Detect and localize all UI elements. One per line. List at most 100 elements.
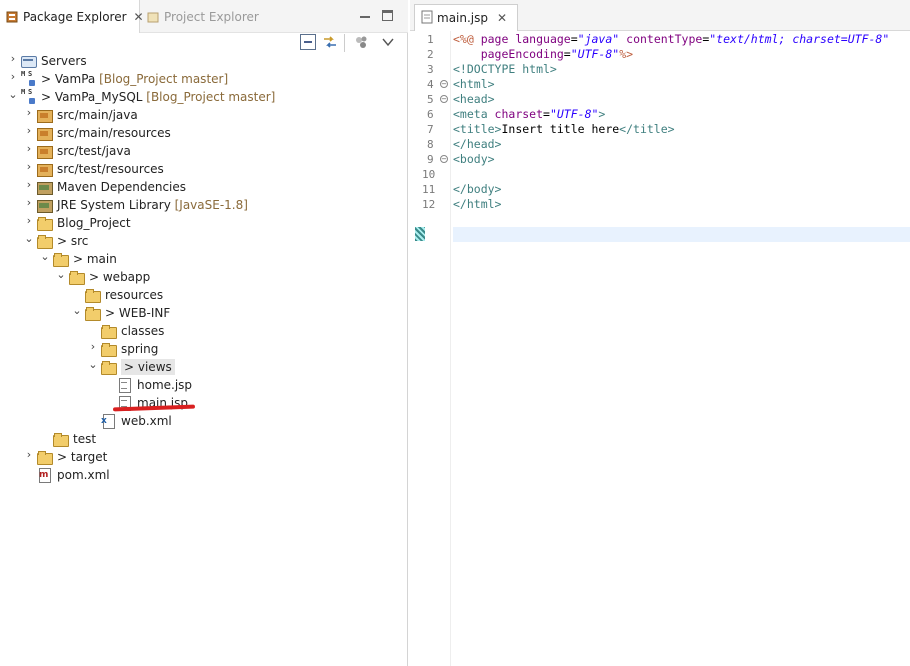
tree-item-src[interactable]: ⌄ > src: [0, 232, 408, 250]
folder-icon: [68, 269, 85, 285]
chevron-down-icon[interactable]: ⌄: [56, 269, 66, 280]
tree-item-maven-dependencies[interactable]: › Maven Dependencies: [0, 178, 408, 196]
folder-icon: [52, 431, 69, 447]
tree-item-test[interactable]: test: [0, 430, 408, 448]
tree-item-views[interactable]: ⌄ > views: [0, 358, 408, 376]
tab-project-explorer[interactable]: Project Explorer: [141, 0, 281, 33]
tree-item-label: src/test/java: [57, 144, 131, 158]
chevron-right-icon[interactable]: ›: [24, 197, 34, 208]
tree-item-label: pom.xml: [57, 468, 110, 482]
fold-icon[interactable]: −: [440, 155, 448, 163]
tree-item-spring[interactable]: › spring: [0, 340, 408, 358]
code-line: <head>: [453, 92, 910, 107]
chevron-right-icon[interactable]: ›: [24, 161, 34, 172]
tree-item-jre-system-library[interactable]: › JRE System Library [JavaSE-1.8]: [0, 196, 408, 214]
library-icon: [36, 179, 53, 195]
tree-item-src-main-java[interactable]: › src/main/java: [0, 106, 408, 124]
tree-item-webapp[interactable]: ⌄ > webapp: [0, 268, 408, 286]
code-token: <html>: [453, 77, 495, 91]
code-token: language: [515, 32, 571, 46]
tree-item-label: > main: [73, 252, 117, 266]
code-line: <html>: [453, 77, 910, 92]
tree-item-label: home.jsp: [137, 378, 193, 392]
minimize-button[interactable]: [358, 8, 372, 22]
code-line: </html>: [453, 197, 910, 212]
code-token: <body>: [453, 152, 495, 166]
chevron-right-icon[interactable]: ›: [24, 179, 34, 190]
collapse-all-button[interactable]: [300, 34, 316, 50]
tree-item-src-main-resources[interactable]: › src/main/resources: [0, 124, 408, 142]
pom-file-icon: [36, 467, 52, 483]
code-token: <%@: [453, 32, 481, 46]
package-explorer-view: Package Explorer ✕ Project Explorer › Ser…: [0, 0, 408, 666]
code-token: "text/html; charset=UTF-8": [709, 32, 890, 46]
tree-item-label: > WEB-INF: [105, 306, 171, 320]
chevron-right-icon[interactable]: ›: [88, 341, 98, 352]
close-icon[interactable]: ✕: [497, 11, 507, 25]
editor-tab-main-jsp[interactable]: main.jsp ✕: [414, 4, 518, 31]
tree-item-home-jsp[interactable]: home.jsp: [0, 376, 408, 394]
chevron-right-icon[interactable]: ›: [24, 215, 34, 226]
fold-icon[interactable]: −: [440, 95, 448, 103]
tree-item-pom-xml[interactable]: pom.xml: [0, 466, 408, 484]
tree-item-label: > webapp: [89, 270, 151, 284]
line-number: 1: [427, 33, 434, 46]
folder-icon: [52, 251, 69, 267]
tree-item-web-xml[interactable]: web.xml: [0, 412, 408, 430]
maven-project-icon: MS: [20, 89, 36, 105]
code-line: </body>: [453, 182, 910, 197]
tree-item-blog-project[interactable]: › Blog_Project: [0, 214, 408, 232]
chevron-down-icon[interactable]: ⌄: [24, 233, 34, 244]
project-explorer-icon: [147, 11, 159, 23]
line-number: 2: [427, 48, 434, 61]
focus-icon[interactable]: [354, 34, 370, 50]
folder-icon: [36, 449, 53, 465]
chevron-down-icon[interactable]: ⌄: [88, 359, 98, 370]
current-line-highlight: [453, 227, 910, 242]
chevron-right-icon[interactable]: ›: [24, 449, 34, 460]
chevron-down-icon[interactable]: ⌄: [8, 89, 18, 100]
view-toolbar: [300, 34, 405, 52]
tab-package-explorer[interactable]: Package Explorer ✕: [0, 0, 144, 33]
link-with-editor-button[interactable]: [322, 34, 338, 50]
folder-icon: [84, 305, 101, 321]
maven-project-icon: MS: [20, 71, 36, 87]
tree-item-vampa[interactable]: › M S > VamPa [Blog_Project master]: [0, 70, 408, 88]
editor-area: main.jsp ✕ 1 2 3 4−5−6 7 8 9−10 11 12 <%@ page l…: [410, 0, 910, 666]
code-token: =: [570, 32, 578, 46]
tree-item-src-test-resources[interactable]: › src/test/resources: [0, 160, 408, 178]
chevron-right-icon[interactable]: ›: [8, 71, 18, 82]
code-token: =: [563, 47, 571, 61]
code-line: </head>: [453, 137, 910, 152]
code-line: <title>Insert title here</title>: [453, 122, 910, 137]
tree-item-classes[interactable]: classes: [0, 322, 408, 340]
chevron-right-icon[interactable]: ›: [24, 125, 34, 136]
tree-item-resources[interactable]: resources: [0, 286, 408, 304]
tree-item-label: src/main/java: [57, 108, 138, 122]
tree-item-target[interactable]: › > target: [0, 448, 408, 466]
tree-item-vampa-mysql[interactable]: ⌄ M S > VamPa_MySQL [Blog_Project master]: [0, 88, 408, 106]
tree-item-main-jsp[interactable]: main.jsp: [0, 394, 408, 412]
code-token: <title>: [453, 122, 502, 136]
chevron-down-icon[interactable]: ⌄: [40, 251, 50, 262]
code-token: charset: [494, 107, 544, 121]
code-token: Insert title here: [501, 122, 620, 136]
tree-item-servers[interactable]: › Servers: [0, 52, 408, 70]
change-marker-icon: [415, 227, 425, 241]
tree-item-decoration: [Blog_Project master]: [142, 90, 276, 104]
maximize-button[interactable]: [382, 10, 393, 21]
overview-ruler: [410, 31, 427, 666]
folder-icon: [100, 341, 117, 357]
fold-icon[interactable]: −: [440, 80, 448, 88]
chevron-right-icon[interactable]: ›: [8, 53, 18, 64]
code-token: <!DOCTYPE html>: [453, 62, 557, 76]
tree-item-web-inf[interactable]: ⌄ > WEB-INF: [0, 304, 408, 322]
source-folder-icon: [36, 161, 53, 177]
tree-item-main[interactable]: ⌄ > main: [0, 250, 408, 268]
chevron-down-icon[interactable]: ⌄: [72, 305, 82, 316]
view-menu-button[interactable]: [380, 34, 396, 50]
chevron-right-icon[interactable]: ›: [24, 143, 34, 154]
chevron-right-icon[interactable]: ›: [24, 107, 34, 118]
tree-item-src-test-java[interactable]: › src/test/java: [0, 142, 408, 160]
